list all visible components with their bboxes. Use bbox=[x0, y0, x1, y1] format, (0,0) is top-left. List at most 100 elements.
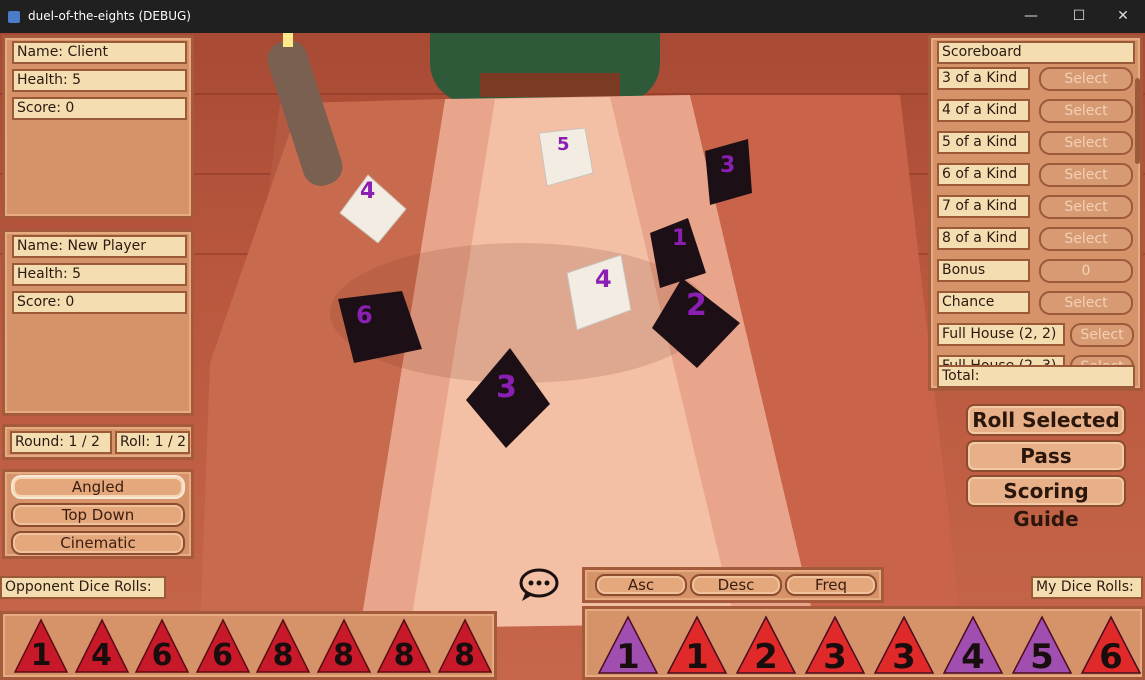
scoreboard-row-select-button[interactable]: Select bbox=[1039, 195, 1133, 219]
minimize-button[interactable]: — bbox=[1008, 0, 1054, 33]
scoreboard-row-label: 6 of a Kind bbox=[937, 163, 1030, 186]
scoreboard-row-select-button[interactable]: 0 bbox=[1039, 259, 1133, 283]
my-die-value: 3 bbox=[823, 637, 847, 677]
scoreboard-row-select-button[interactable]: Select bbox=[1039, 291, 1133, 315]
my-die-value: 6 bbox=[1099, 637, 1123, 677]
window-titlebar: duel-of-the-eights (DEBUG) — ☐ ✕ bbox=[0, 0, 1145, 33]
table-die-value: 2 bbox=[686, 288, 707, 323]
my-dice-rolls-label: My Dice Rolls: bbox=[1031, 576, 1143, 599]
my-die[interactable]: 1 bbox=[595, 615, 661, 677]
scoreboard-row-label: Bonus bbox=[937, 259, 1030, 282]
my-die-value: 1 bbox=[616, 637, 640, 677]
my-die-value: 2 bbox=[754, 637, 778, 677]
my-die[interactable]: 2 bbox=[733, 615, 799, 677]
opponent-die-value: 6 bbox=[151, 638, 173, 673]
scoreboard-scrollbar[interactable] bbox=[1135, 78, 1140, 164]
opponent-die-value: 6 bbox=[212, 638, 233, 673]
my-die[interactable]: 3 bbox=[871, 615, 937, 677]
scoreboard-row-label: 7 of a Kind bbox=[937, 195, 1030, 218]
scoreboard-row-label: Chance bbox=[937, 291, 1030, 314]
opponent-die-value: 4 bbox=[91, 638, 112, 673]
camera-angled-button[interactable]: Angled bbox=[11, 475, 185, 499]
camera-top-down-button[interactable]: Top Down bbox=[11, 503, 185, 527]
speech-bubble-icon[interactable] bbox=[518, 567, 560, 603]
table-die[interactable]: 3 bbox=[466, 348, 550, 448]
player-health: Health: 5 bbox=[12, 263, 187, 286]
table-die-value: 4 bbox=[360, 179, 376, 204]
player-name: Name: New Player bbox=[12, 235, 187, 258]
maximize-button[interactable]: ☐ bbox=[1056, 0, 1102, 33]
scoreboard-row-select-button[interactable]: Select bbox=[1039, 99, 1133, 123]
my-die[interactable]: 4 bbox=[940, 615, 1006, 677]
scoreboard-row-label: 4 of a Kind bbox=[937, 99, 1030, 122]
opponent-die: 8 bbox=[435, 618, 495, 678]
opponent-score: Score: 0 bbox=[12, 97, 187, 120]
scoreboard-title: Scoreboard bbox=[937, 41, 1135, 64]
opponent-health: Health: 5 bbox=[12, 69, 187, 92]
camera-cinematic-button[interactable]: Cinematic bbox=[11, 531, 185, 555]
table-die-value: 4 bbox=[595, 265, 612, 293]
opponent-die: 1 bbox=[11, 618, 71, 678]
window-title: duel-of-the-eights (DEBUG) bbox=[28, 9, 191, 23]
table-die[interactable]: 3 bbox=[700, 139, 755, 205]
my-dice-list: 1 1 2 3 3 4 5 6 bbox=[595, 615, 1142, 677]
player-info-panel: Name: New Player Health: 5 Score: 0 bbox=[2, 229, 194, 416]
sort-asc-button[interactable]: Asc bbox=[595, 574, 687, 596]
table-die[interactable]: 2 bbox=[652, 278, 742, 368]
opponent-die: 8 bbox=[374, 618, 434, 678]
opponent-die: 6 bbox=[132, 618, 192, 678]
round-counter: Round: 1 / 2 bbox=[10, 431, 112, 454]
scoreboard-row-select-button[interactable]: Select bbox=[1039, 131, 1133, 155]
opponent-die-value: 8 bbox=[393, 638, 415, 673]
opponent-dice-rolls-label: Opponent Dice Rolls: bbox=[0, 576, 166, 599]
camera-panel: Angled Top Down Cinematic bbox=[2, 469, 194, 559]
scoring-guide-button[interactable]: Scoring Guide bbox=[966, 475, 1126, 531]
my-die[interactable]: 3 bbox=[802, 615, 868, 677]
opponent-die-value: 8 bbox=[333, 638, 354, 673]
scoreboard-row-label: 3 of a Kind bbox=[937, 67, 1030, 90]
scoreboard-row-select-button[interactable]: Select bbox=[1070, 323, 1134, 347]
scoreboard-panel: Scoreboard 3 of a Kind Select 4 of a Kind S… bbox=[928, 35, 1143, 391]
opponent-info-panel: Name: Client Health: 5 Score: 0 bbox=[2, 35, 194, 219]
scoreboard-total: Total: bbox=[937, 365, 1135, 388]
opponent-die-value: 1 bbox=[30, 638, 52, 673]
scoreboard-row-label: 8 of a Kind bbox=[937, 227, 1030, 250]
candle-flame bbox=[283, 33, 293, 47]
player-score: Score: 0 bbox=[12, 291, 187, 314]
table-die[interactable]: 5 bbox=[533, 127, 595, 190]
speech-bubble-svg bbox=[519, 568, 559, 601]
scoreboard-row-label: Full House (2, 2) bbox=[937, 323, 1065, 346]
close-button[interactable]: ✕ bbox=[1100, 0, 1145, 33]
table-die[interactable]: 4 bbox=[565, 254, 635, 331]
table-die-value: 6 bbox=[356, 301, 373, 329]
table-die[interactable]: 6 bbox=[336, 291, 424, 363]
sort-freq-button[interactable]: Freq bbox=[785, 574, 877, 596]
scoreboard-row-select-button[interactable]: Select bbox=[1039, 227, 1133, 251]
pass-button[interactable]: Pass bbox=[966, 440, 1126, 472]
opponent-die: 4 bbox=[72, 618, 132, 678]
my-die-value: 4 bbox=[961, 637, 985, 677]
my-die-value: 5 bbox=[1030, 637, 1054, 677]
opponent-die-value: 8 bbox=[272, 638, 294, 673]
my-die[interactable]: 6 bbox=[1078, 615, 1144, 677]
scoreboard-row-select-button[interactable]: Select bbox=[1039, 163, 1133, 187]
my-dice-rail: 1 1 2 3 3 4 5 6 bbox=[582, 606, 1145, 680]
app-icon bbox=[8, 11, 20, 23]
my-die-value: 1 bbox=[685, 637, 709, 677]
scoreboard-row-select-button[interactable]: Select bbox=[1039, 67, 1133, 91]
my-die[interactable]: 1 bbox=[664, 615, 730, 677]
table-die[interactable]: 1 bbox=[648, 218, 708, 288]
table-die[interactable]: 4 bbox=[338, 173, 408, 244]
table-die-value: 3 bbox=[496, 370, 517, 405]
table-die-value: 3 bbox=[720, 153, 736, 178]
sort-panel: Asc Desc Freq bbox=[582, 567, 884, 603]
scoreboard-row-label: 5 of a Kind bbox=[937, 131, 1030, 154]
sort-desc-button[interactable]: Desc bbox=[690, 574, 782, 596]
my-die[interactable]: 5 bbox=[1009, 615, 1075, 677]
roll-selected-button[interactable]: Roll Selected bbox=[966, 404, 1126, 436]
opponent-die-value: 8 bbox=[454, 638, 475, 673]
opponent-die: 8 bbox=[253, 618, 313, 678]
my-die-value: 3 bbox=[892, 637, 916, 677]
opponent-dice-rail: 1 4 6 6 8 8 8 8 bbox=[0, 611, 497, 680]
roll-counter: Roll: 1 / 2 bbox=[115, 431, 190, 454]
